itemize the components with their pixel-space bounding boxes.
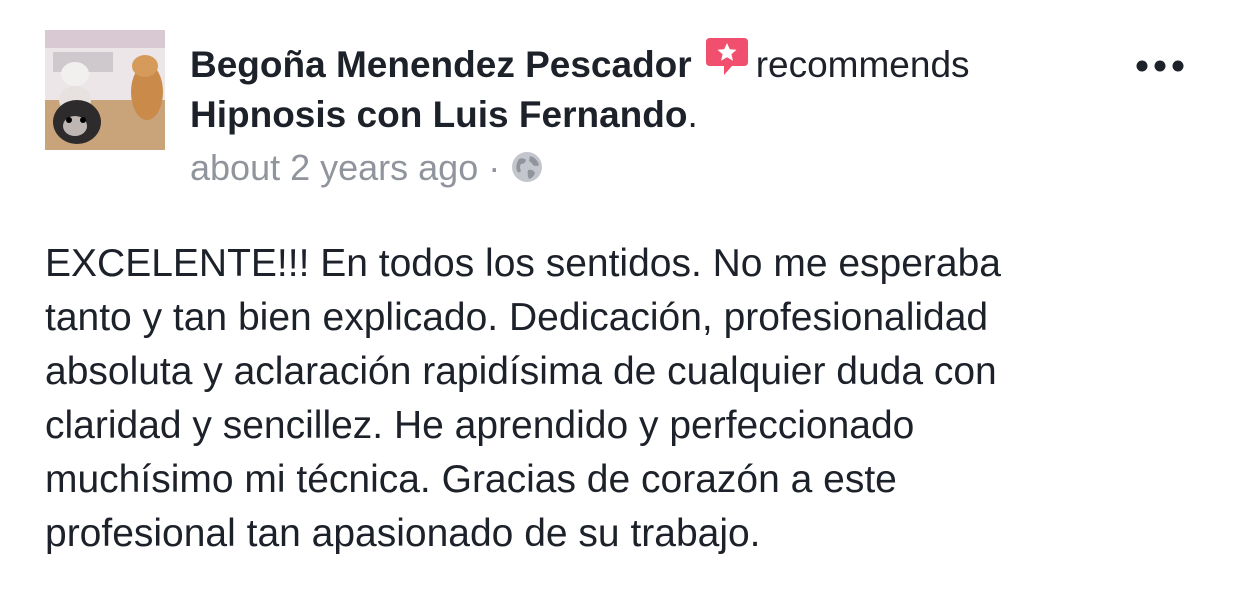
- globe-icon[interactable]: [510, 150, 544, 184]
- recommend-star-bubble-icon: [705, 38, 748, 75]
- post-timestamp[interactable]: about 2 years ago: [190, 147, 478, 188]
- meta-separator: ·: [488, 147, 501, 188]
- post-header: Begoña Menendez Pescador recommends: [190, 38, 970, 88]
- review-line: profesional tan apasionado de su trabajo…: [45, 512, 761, 555]
- review-line: muchísimo mi técnica. Gracias de corazón…: [45, 458, 897, 501]
- page-name-period: .: [687, 94, 698, 135]
- post-meta: about 2 years ago ·: [190, 145, 544, 191]
- recommends-label: recommends: [755, 44, 970, 85]
- review-line: absoluta y aclaración rapidísima de cual…: [45, 350, 997, 393]
- review-line: claridad y sencillez. He aprendido y per…: [45, 404, 915, 447]
- more-options-icon[interactable]: [1130, 50, 1190, 80]
- review-text: EXCELENTE!!! En todos los sentidos. No m…: [45, 237, 1195, 561]
- author-name[interactable]: Begoña Menendez Pescador: [190, 44, 692, 85]
- author-avatar[interactable]: [45, 30, 165, 150]
- review-line: tanto y tan bien explicado. Dedicación, …: [45, 296, 989, 339]
- recommended-page-line: Hipnosis con Luis Fernando.: [190, 92, 698, 138]
- review-line: EXCELENTE!!! En todos los sentidos. No m…: [45, 242, 1001, 285]
- recommended-page-link[interactable]: Hipnosis con Luis Fernando: [190, 94, 687, 135]
